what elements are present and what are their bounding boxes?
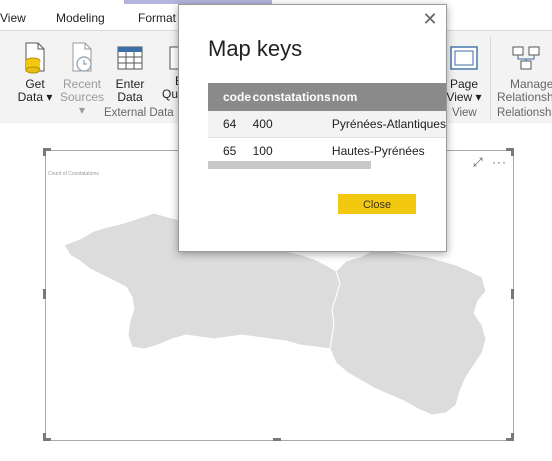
enter-data-label-2: Data: [117, 90, 143, 104]
map-region-hautes-pyrenees: [329, 248, 487, 416]
group-label-view: View: [452, 107, 477, 119]
cell-nom: Pyrénées-Atlantiques: [331, 111, 446, 138]
recent-sources-label-1: Recent: [62, 77, 102, 91]
table-horizontal-scrollbar[interactable]: [208, 161, 371, 169]
ribbon-group-divider: [490, 37, 491, 119]
table-icon: [117, 46, 143, 70]
resize-handle[interactable]: [511, 289, 514, 299]
page-view-button[interactable]: Page View ▾: [445, 41, 483, 104]
page-view-icon: [450, 46, 478, 70]
manage-relationships-label-2: Relationsh: [497, 90, 552, 104]
resize-handle[interactable]: [43, 433, 46, 441]
manage-relationships-button[interactable]: Manage Relationsh: [497, 41, 552, 104]
recent-sources-label-2: Sources ▾: [59, 90, 105, 117]
group-label-external-data: External Data: [104, 107, 174, 119]
cell-code: 64: [208, 111, 253, 138]
group-label-relationships: Relationsh: [497, 107, 552, 119]
cell-constatations: 100: [252, 137, 332, 161]
map-keys-table: code constatations nom 64 400 Pyrénées-A…: [208, 83, 446, 161]
enter-data-button[interactable]: Enter Data: [112, 41, 148, 104]
table-row: 64 400 Pyrénées-Atlantiques: [208, 111, 446, 138]
page-view-label-2: View ▾: [446, 90, 482, 104]
edit-queries-label-2: Qu: [162, 87, 178, 101]
recent-sources-icon: [72, 42, 92, 72]
cell-constatations: 400: [252, 111, 332, 138]
column-header-constatations: constatations: [252, 83, 332, 111]
map-keys-dialog: ✕ Map keys code constatations nom 64 400…: [178, 4, 447, 252]
enter-data-label-1: Enter: [115, 77, 145, 91]
tab-format[interactable]: Format: [138, 11, 176, 25]
edit-queries-icon: [169, 46, 178, 70]
table-header-row: code constatations nom: [208, 83, 446, 111]
dialog-title: Map keys: [208, 36, 303, 61]
tab-view[interactable]: View: [0, 11, 26, 25]
close-icon[interactable]: ✕: [422, 10, 438, 28]
map-keys-table-container[interactable]: code constatations nom 64 400 Pyrénées-A…: [208, 83, 446, 161]
resize-handle[interactable]: [43, 148, 46, 156]
edit-queries-label-1: E: [162, 74, 178, 88]
column-header-code: code: [208, 83, 253, 111]
cell-nom: Hautes-Pyrénées: [331, 137, 446, 161]
resize-handle[interactable]: [511, 148, 514, 156]
page-view-label-1: Page: [449, 77, 479, 91]
resize-handle[interactable]: [273, 438, 281, 441]
edit-queries-button[interactable]: E Qu: [162, 41, 178, 101]
get-data-button[interactable]: Get Data ▾: [17, 41, 53, 104]
table-row: 65 100 Hautes-Pyrénées: [208, 137, 446, 161]
manage-relationships-label-1: Manage: [510, 77, 552, 91]
resize-handle[interactable]: [511, 433, 514, 441]
cell-code: 65: [208, 137, 253, 161]
relationships-icon: [512, 46, 540, 70]
get-data-label-1: Get: [25, 77, 45, 91]
tab-modeling[interactable]: Modeling: [56, 11, 105, 25]
recent-sources-button[interactable]: Recent Sources ▾: [58, 41, 106, 117]
database-icon: [25, 42, 45, 74]
close-button[interactable]: Close: [338, 194, 416, 214]
column-header-nom: nom: [331, 83, 446, 111]
get-data-label-2: Data ▾: [17, 90, 53, 104]
resize-handle[interactable]: [43, 289, 46, 299]
